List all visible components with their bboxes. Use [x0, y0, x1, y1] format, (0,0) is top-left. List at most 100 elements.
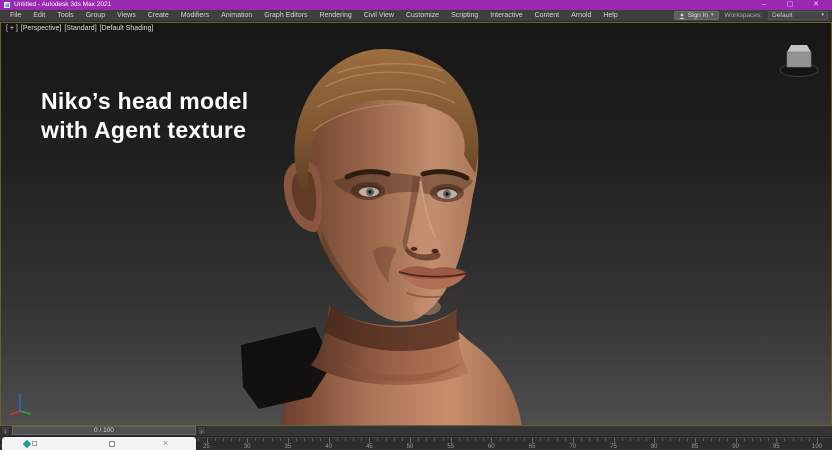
next-frame-button[interactable]: › — [197, 426, 206, 435]
viewport-label-segment-perspective[interactable]: [Perspective] — [21, 25, 61, 32]
ruler-tick — [337, 438, 338, 441]
ruler-tick — [736, 438, 737, 443]
sign-in-button[interactable]: Sign In ▾ — [674, 11, 719, 20]
ruler-tick — [662, 438, 663, 441]
popup-close-icon[interactable]: × — [163, 437, 168, 450]
caption-line-1: Niko’s head model — [41, 87, 248, 116]
ruler-tick — [418, 438, 419, 441]
menu-items: FileEditToolsGroupViewsCreateModifiersAn… — [4, 10, 624, 22]
person-icon — [679, 13, 685, 19]
popup-maximize-icon[interactable] — [109, 441, 115, 447]
menu-item-animation[interactable]: Animation — [215, 10, 258, 22]
minimize-button[interactable]: – — [758, 0, 770, 10]
maximize-button[interactable]: ▢ — [784, 0, 796, 10]
menu-item-views[interactable]: Views — [111, 10, 142, 22]
viewcube-front-face[interactable] — [787, 52, 811, 67]
recorder-popup[interactable]: × — [2, 437, 196, 450]
menu-item-modifiers[interactable]: Modifiers — [175, 10, 215, 22]
ruler-tick — [703, 438, 704, 441]
caption-overlay: Niko’s head model with Agent texture — [41, 87, 248, 145]
ruler-tick — [402, 438, 403, 441]
viewport-label-segment-[interactable]: [ + ] — [6, 25, 18, 32]
menu-item-group[interactable]: Group — [80, 10, 111, 22]
workspace-dropdown[interactable]: Default ▾ — [768, 11, 828, 20]
ruler-tick — [231, 438, 232, 441]
ruler-tick — [630, 438, 631, 441]
ruler-tick — [255, 438, 256, 441]
previous-frame-button[interactable]: ‹ — [1, 426, 10, 435]
ruler-label: 70 — [569, 444, 576, 450]
viewport-label: [ + ][Perspective][Standard] [Default Sha… — [6, 25, 153, 32]
ruler-tick — [263, 438, 264, 441]
ruler-tick — [817, 438, 818, 443]
ruler-tick — [215, 438, 216, 441]
menu-item-create[interactable]: Create — [142, 10, 175, 22]
ruler-tick — [353, 438, 354, 441]
ruler-tick — [801, 438, 802, 441]
menu-item-rendering[interactable]: Rendering — [313, 10, 357, 22]
titlebar: Untitled - Autodesk 3ds Max 2021 – ▢ ✕ — [0, 0, 832, 10]
menu-item-interactive[interactable]: Interactive — [484, 10, 528, 22]
ruler-tick — [426, 438, 427, 441]
close-button[interactable]: ✕ — [810, 0, 822, 10]
ruler-tick — [557, 438, 558, 441]
menu-item-scripting[interactable]: Scripting — [445, 10, 484, 22]
ruler-label: 60 — [488, 444, 495, 450]
menubar: FileEditToolsGroupViewsCreateModifiersAn… — [0, 10, 832, 22]
window-title: Untitled - Autodesk 3ds Max 2021 — [14, 0, 758, 10]
menu-item-file[interactable]: File — [4, 10, 27, 22]
menu-item-civil-view[interactable]: Civil View — [358, 10, 400, 22]
ruler-tick — [516, 438, 517, 441]
chin-highlight — [413, 299, 441, 315]
ruler-tick — [695, 438, 696, 443]
menu-item-help[interactable]: Help — [597, 10, 623, 22]
ruler-tick — [784, 438, 785, 441]
head-model[interactable] — [221, 43, 551, 426]
ruler-tick — [329, 438, 330, 443]
ruler-tick — [361, 438, 362, 441]
viewport-label-segment-standard[interactable]: [Standard] — [64, 25, 96, 32]
ruler-tick — [296, 438, 297, 441]
menu-item-arnold[interactable]: Arnold — [565, 10, 597, 22]
ruler-tick — [679, 438, 680, 441]
app-icon — [4, 2, 10, 8]
ruler-label: 100 — [812, 444, 822, 450]
ruler-tick — [434, 438, 435, 441]
viewcube[interactable] — [777, 35, 821, 83]
viewcube-top-face[interactable] — [787, 45, 811, 52]
menu-item-edit[interactable]: Edit — [27, 10, 51, 22]
ruler-tick — [386, 438, 387, 441]
menu-item-tools[interactable]: Tools — [51, 10, 79, 22]
ruler-label: 40 — [325, 444, 332, 450]
ruler-tick — [467, 438, 468, 441]
ruler-tick — [377, 438, 378, 441]
perspective-viewport[interactable]: [ + ][Perspective][Standard] [Default Sha… — [0, 22, 832, 426]
ruler-tick — [320, 438, 321, 441]
ruler-tick — [524, 438, 525, 441]
workspace-value: Default — [772, 12, 793, 19]
ruler-tick — [483, 438, 484, 441]
ruler-tick — [508, 438, 509, 441]
menu-item-customize[interactable]: Customize — [400, 10, 445, 22]
sign-in-label: Sign In — [688, 11, 708, 20]
y-axis — [20, 411, 31, 414]
ruler-label: 95 — [773, 444, 780, 450]
ruler-tick — [443, 438, 444, 441]
ruler-tick — [565, 438, 566, 441]
ruler-label: 25 — [203, 444, 210, 450]
menu-item-content[interactable]: Content — [529, 10, 566, 22]
teal-diamond-icon — [23, 439, 31, 447]
workspaces-label: Workspaces: — [725, 12, 762, 19]
ruler-label: 35 — [285, 444, 292, 450]
ruler-tick — [491, 438, 492, 443]
menu-item-graph-editors[interactable]: Graph Editors — [258, 10, 313, 22]
ruler-label: 65 — [529, 444, 536, 450]
3dsmax-window: Untitled - Autodesk 3ds Max 2021 – ▢ ✕ F… — [0, 0, 832, 450]
ruler-tick — [540, 438, 541, 441]
ruler-label: 80 — [651, 444, 658, 450]
time-slider-bar: ‹ 0 / 100 › — [0, 426, 832, 437]
ruler-tick — [589, 438, 590, 441]
time-slider-handle[interactable]: 0 / 100 — [12, 426, 196, 435]
ruler-tick — [727, 438, 728, 441]
viewport-label-segment-default-shading[interactable]: [Default Shading] — [100, 25, 154, 32]
